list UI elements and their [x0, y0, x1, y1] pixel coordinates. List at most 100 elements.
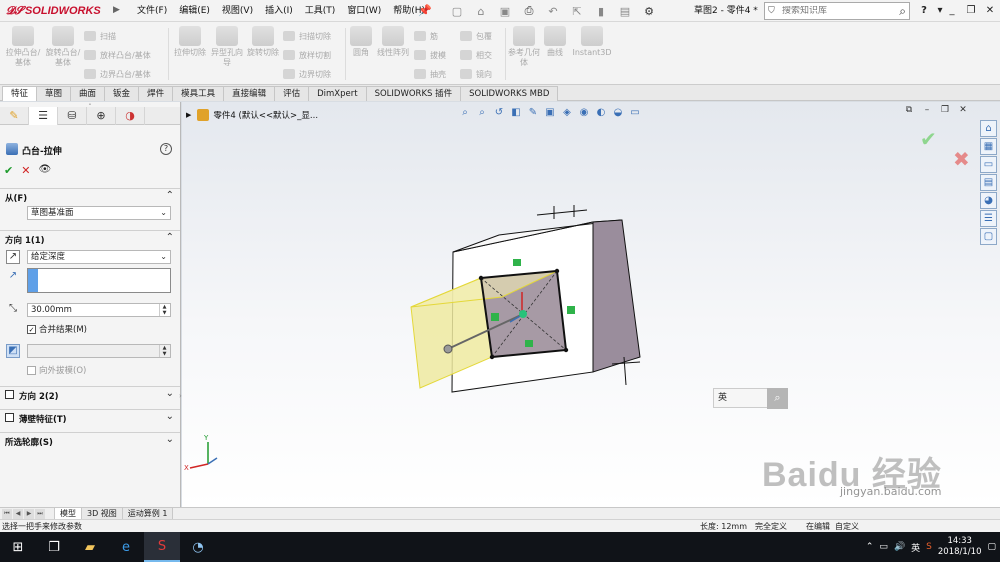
instant3d-button[interactable]: Instant3D — [570, 26, 614, 58]
thin-feature-checkbox[interactable] — [5, 413, 14, 422]
menu-edit[interactable]: 编辑(E) — [173, 0, 216, 22]
tab-features[interactable]: 特征 — [2, 86, 38, 101]
preview-eye-icon[interactable]: 👁 — [38, 164, 51, 176]
revolve-cut-button[interactable]: 旋转切除 — [246, 26, 280, 58]
intersect-button[interactable]: 相交 — [460, 48, 492, 62]
sweep-button[interactable]: 扫描 — [84, 29, 116, 43]
direction2-section[interactable]: 方向 2(2) ⌄ — [0, 386, 180, 402]
watermark-search-icon[interactable]: ⌕ — [767, 388, 788, 409]
extrude-boss-button[interactable]: 拉伸凸台/基体 — [4, 26, 42, 68]
volume-icon[interactable]: 🔊 — [894, 542, 905, 552]
windows-start-icon[interactable]: ⊞ — [0, 532, 36, 562]
notification-icon[interactable]: ▢ — [987, 542, 996, 552]
paint-app-icon[interactable]: ◔ — [180, 532, 216, 562]
boundary-cut-button[interactable]: 边界切除 — [283, 67, 331, 81]
search-icon[interactable]: ⌕ — [899, 4, 906, 19]
tab-dimxpert[interactable]: DimXpert — [308, 86, 367, 101]
merge-result-checkbox[interactable]: ✓ 合并结果(M) — [27, 323, 87, 335]
hole-wizard-button[interactable]: 异型孔向导 — [209, 26, 245, 68]
new-document-icon[interactable]: ▢ — [446, 2, 468, 20]
pin-icon[interactable]: 📌 — [418, 4, 432, 18]
solidworks-taskbar-icon[interactable]: S — [144, 532, 180, 562]
revolve-boss-button[interactable]: 旋转凸台/基体 — [44, 26, 82, 68]
menu-file[interactable]: 文件(F) — [131, 0, 173, 22]
rebuild-icon[interactable]: ▮ — [590, 2, 612, 20]
dimxpert-manager-tab-icon[interactable]: ⊕ — [87, 106, 116, 125]
collapse-chevron-icon[interactable]: ⌃ — [166, 232, 174, 243]
graphics-area[interactable]: ▶ 零件4 (默认<<默认>_显... ⌕ ⌕ ↺ ◧ ✎ ▣ ◈ ◉ ◐ ◒ … — [182, 102, 1000, 507]
edge-browser-icon[interactable]: e — [108, 532, 144, 562]
linear-pattern-button[interactable]: 线性阵列 — [376, 26, 410, 58]
end-condition-select[interactable]: 给定深度 ⌄ — [27, 250, 171, 264]
direction1-section[interactable]: 方向 1(1) ⌃ — [0, 230, 180, 246]
fillet-button[interactable]: 圆角 — [348, 26, 374, 58]
curves-button[interactable]: 曲线 — [542, 26, 568, 58]
loft-cut-button[interactable]: 放样切割 — [283, 48, 331, 62]
ime-indicator[interactable]: 英 — [911, 541, 920, 554]
print-icon[interactable]: ⎙ — [518, 2, 540, 20]
file-explorer-taskbar-icon[interactable]: ▰ — [72, 532, 108, 562]
checkbox-checked-icon[interactable]: ✓ — [27, 324, 36, 334]
sweep-cut-button[interactable]: 扫描切除 — [283, 29, 331, 43]
reference-geometry-button[interactable]: 参考几何体 — [507, 26, 541, 68]
tab-addins[interactable]: SOLIDWORKS 插件 — [365, 86, 462, 101]
save-icon[interactable]: ▣ — [494, 2, 516, 20]
rib-button[interactable]: 筋 — [414, 29, 438, 43]
menu-tools[interactable]: 工具(T) — [299, 0, 342, 22]
tab-sketch[interactable]: 草图 — [36, 86, 72, 101]
wrap-button[interactable]: 包覆 — [460, 29, 492, 43]
from-section[interactable]: 从(F) ⌃ — [0, 188, 180, 204]
draft-on-off-icon[interactable]: ◩ — [6, 344, 20, 358]
spinner-arrows-icon[interactable]: ▲ ▼ — [159, 304, 169, 316]
menu-view[interactable]: 视图(V) — [216, 0, 259, 22]
boundary-boss-button[interactable]: 边界凸台/基体 — [84, 67, 151, 81]
checkbox-unchecked-icon[interactable] — [27, 365, 36, 375]
property-manager-tab-icon[interactable]: ☰ — [29, 106, 58, 125]
last-tab-icon[interactable]: ⏭ — [35, 509, 45, 519]
minimize-button[interactable]: _ — [944, 3, 960, 19]
status-units[interactable]: 自定义 — [835, 521, 859, 532]
tab-weldments[interactable]: 焊件 — [138, 86, 174, 101]
draft-angle-input[interactable]: ▲ ▼ — [27, 344, 171, 358]
collapse-chevron-icon[interactable]: ⌃ — [166, 190, 174, 201]
shell-button[interactable]: 抽壳 — [414, 67, 446, 81]
mirror-button[interactable]: 镜向 — [460, 67, 492, 81]
network-icon[interactable]: ▭ — [879, 542, 888, 552]
next-tab-icon[interactable]: ▶ — [24, 509, 34, 519]
ok-button[interactable]: ✔ — [4, 164, 13, 177]
search-scope-icon[interactable]: ⛉ — [768, 6, 782, 16]
tab-evaluate[interactable]: 评估 — [274, 86, 310, 101]
tab-sheet-metal[interactable]: 钣金 — [104, 86, 140, 101]
direction-selection-box[interactable] — [27, 268, 171, 293]
draft-button[interactable]: 拔模 — [414, 48, 446, 62]
selected-contours-section[interactable]: 所选轮廓(S) ⌄ — [0, 432, 180, 448]
open-folder-icon[interactable]: ⌂ — [470, 2, 492, 20]
menu-window[interactable]: 窗口(W) — [341, 0, 387, 22]
sogou-ime-icon[interactable]: S — [926, 542, 932, 552]
draft-outward-checkbox[interactable]: 向外拔模(O) — [27, 364, 86, 376]
clock[interactable]: 14:33 2018/1/10 — [938, 536, 982, 558]
depth-input[interactable]: 30.00mm ▲ ▼ — [27, 303, 171, 317]
prev-tab-icon[interactable]: ◀ — [13, 509, 23, 519]
thin-feature-section[interactable]: 薄壁特征(T) ⌄ — [0, 409, 180, 425]
expand-chevron-icon[interactable]: ⌄ — [166, 411, 174, 422]
tray-overflow-icon[interactable]: ⌃ — [866, 542, 874, 552]
knowledge-search-box[interactable]: ⛉ ⌕ — [764, 2, 910, 20]
options-gear-icon[interactable]: ⚙ — [638, 2, 660, 20]
from-select[interactable]: 草图基准面 ⌄ — [27, 206, 171, 220]
undo-icon[interactable]: ↶ — [542, 2, 564, 20]
display-manager-tab-icon[interactable]: ◑ — [116, 106, 145, 125]
reverse-direction-icon[interactable]: ↗ — [6, 250, 20, 264]
restore-button[interactable]: ❐ — [963, 3, 979, 19]
tab-surfaces[interactable]: 曲面 — [70, 86, 106, 101]
tab-direct-editing[interactable]: 直接编辑 — [223, 86, 276, 101]
cancel-button[interactable]: ✕ — [21, 164, 30, 177]
feature-manager-tab-icon[interactable]: ✎ — [0, 106, 29, 125]
help-button[interactable]: ? — [916, 3, 932, 19]
expand-chevron-icon[interactable]: ⌄ — [166, 434, 174, 445]
direction2-checkbox[interactable] — [5, 390, 14, 399]
watermark-search-box[interactable]: 英 — [713, 388, 773, 408]
close-button[interactable]: ✕ — [982, 3, 998, 19]
task-view-icon[interactable]: ❐ — [36, 532, 72, 562]
search-input[interactable] — [782, 6, 882, 16]
